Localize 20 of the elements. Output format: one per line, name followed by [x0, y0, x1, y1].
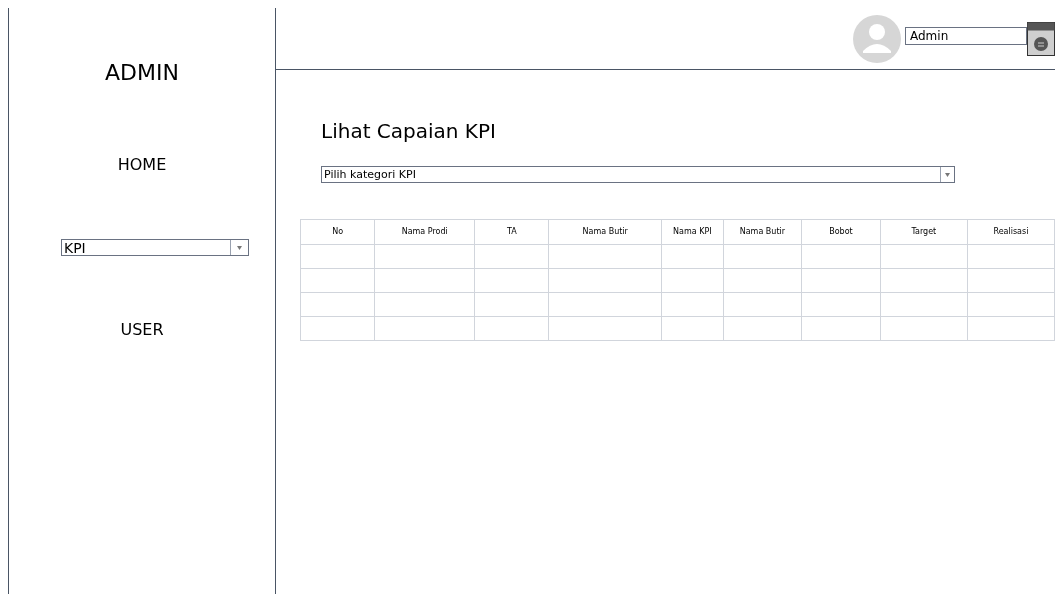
caret-icon — [945, 172, 950, 177]
sidebar-dropdown[interactable]: KPI — [61, 239, 249, 256]
column-header: Realisasi — [967, 219, 1055, 245]
avatar-icon — [853, 14, 901, 63]
column-header: Bobot — [801, 219, 881, 245]
category-select[interactable]: Pilih kategori KPI — [321, 166, 955, 183]
widget-icon[interactable] — [1027, 21, 1055, 56]
page-title: Lihat Capaian KPI — [321, 118, 497, 145]
user-field[interactable]: Admin — [905, 26, 1027, 45]
column-header: Nama Butir — [548, 219, 662, 245]
column-header: No — [300, 219, 375, 245]
column-header: Nama Butir — [723, 219, 802, 245]
column-header: Nama Prodi — [374, 219, 475, 245]
column-header: Nama KPI — [661, 219, 724, 245]
caret-icon — [237, 245, 242, 250]
column-header: TA — [474, 219, 549, 245]
sidebar-link[interactable]: USER — [120, 318, 164, 342]
sidebar-title: ADMIN — [105, 59, 179, 87]
column-header: Target — [880, 219, 968, 245]
sidebar-link[interactable]: HOME — [117, 153, 167, 177]
